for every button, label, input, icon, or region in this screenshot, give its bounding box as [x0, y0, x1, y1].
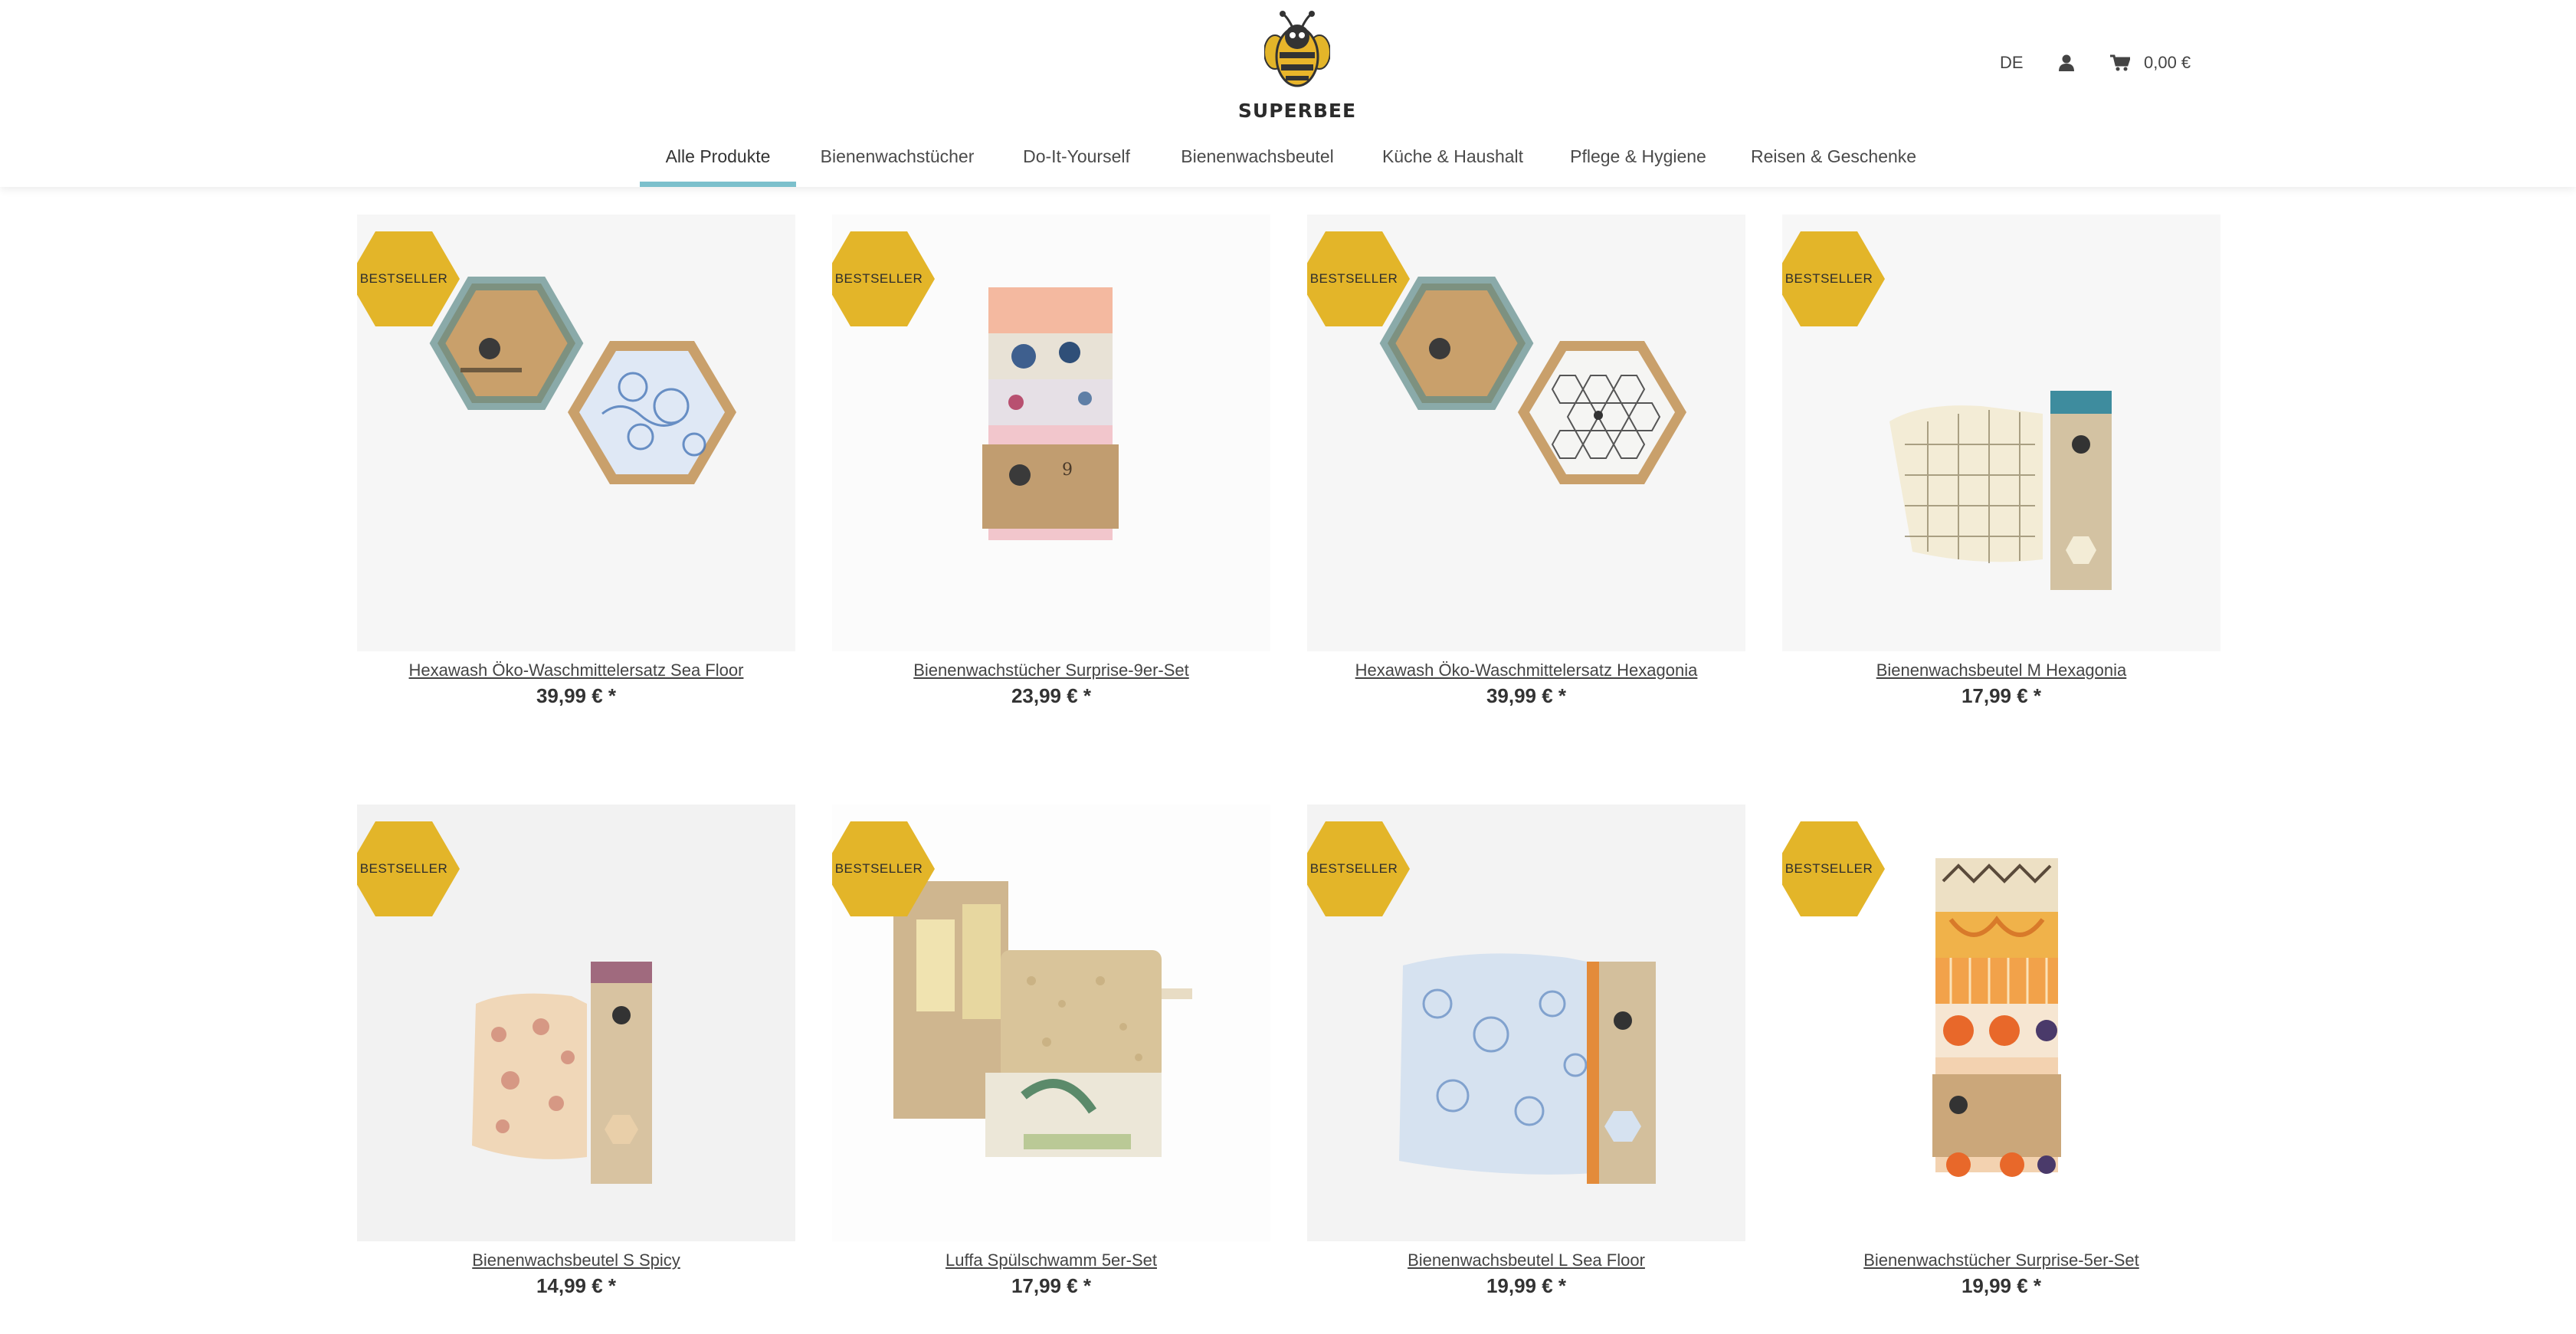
cart-button[interactable]: 0,00 € [2110, 48, 2191, 78]
nav-item-alle-produkte[interactable]: Alle Produkte [640, 143, 796, 187]
product-image[interactable]: BESTSELLER [357, 215, 795, 651]
product-card[interactable]: BESTSELLER Hexawash Öko-Waschmittelersat… [357, 215, 795, 766]
site-header: SUPERBEE DE 0,00 € Alle Produkte Bienenw… [0, 0, 2576, 187]
svg-text:9: 9 [1062, 461, 1073, 480]
product-card[interactable]: BESTSELLER Luffa Spülschwamm 5er-Set 17,… [832, 805, 1270, 1334]
language-switcher[interactable]: DE [2000, 48, 2024, 78]
product-price: 17,99 € * [1961, 684, 2042, 707]
bestseller-badge: BESTSELLER [357, 231, 460, 326]
product-image[interactable]: BESTSELLER [1307, 805, 1745, 1241]
product-card[interactable]: 9 BESTSELLER Bienenwachstücher Surprise-… [832, 215, 1270, 766]
shopping-cart-icon [2110, 54, 2130, 71]
product-name[interactable]: Bienenwachsbeutel M Hexagonia [1706, 660, 2297, 680]
product-card[interactable]: BESTSELLER Bienenwachsbeutel L Sea Floor… [1307, 805, 1745, 1334]
bestseller-badge: BESTSELLER [357, 821, 460, 916]
nav-item-pflege-hygiene[interactable]: Pflege & Hygiene [1566, 143, 1710, 187]
brand-logo[interactable]: SUPERBEE [1237, 6, 1357, 122]
bestseller-badge: BESTSELLER [832, 821, 935, 916]
product-image[interactable]: BESTSELLER [1782, 805, 2220, 1241]
nav-item-reisen-geschenke[interactable]: Reisen & Geschenke [1751, 143, 1916, 187]
cart-total: 0,00 € [2144, 53, 2191, 72]
product-image[interactable]: BESTSELLER [1307, 215, 1745, 651]
bee-logo-icon [1264, 11, 1330, 87]
product-image[interactable]: BESTSELLER [832, 805, 1270, 1241]
product-image[interactable]: BESTSELLER [357, 805, 795, 1241]
product-card[interactable]: BESTSELLER Bienenwachsbeutel M Hexagonia… [1782, 215, 2220, 766]
bestseller-badge: BESTSELLER [1307, 821, 1410, 916]
nav-item-bienenwachsbeutel[interactable]: Bienenwachsbeutel [1175, 143, 1339, 187]
bestseller-badge: BESTSELLER [832, 231, 935, 326]
nav-item-kueche-haushalt[interactable]: Küche & Haushalt [1379, 143, 1526, 187]
product-image[interactable]: BESTSELLER [1782, 215, 2220, 651]
product-image[interactable]: 9 BESTSELLER [832, 215, 1270, 651]
product-name[interactable]: Bienenwachstücher Surprise-5er-Set [1706, 1250, 2297, 1270]
nav-item-do-it-yourself[interactable]: Do-It-Yourself [1016, 143, 1137, 187]
account-button[interactable] [2059, 48, 2074, 78]
product-card[interactable]: BESTSELLER Bienenwachstücher Surprise-5e… [1782, 805, 2220, 1334]
product-price: 19,99 € * [1961, 1274, 2042, 1297]
bestseller-badge: BESTSELLER [1307, 231, 1410, 326]
bestseller-badge: BESTSELLER [1782, 821, 1885, 916]
brand-name: SUPERBEE [1237, 100, 1357, 122]
main-navigation: Alle Produkte Bienenwachstücher Do-It-Yo… [0, 143, 2576, 187]
bestseller-badge: BESTSELLER [1782, 231, 1885, 326]
product-card[interactable]: BESTSELLER Hexawash Öko-Waschmittelersat… [1307, 215, 1745, 766]
product-card[interactable]: BESTSELLER Bienenwachsbeutel S Spicy 14,… [357, 805, 795, 1334]
user-icon [2059, 54, 2074, 71]
nav-item-bienenwachstuecher[interactable]: Bienenwachstücher [814, 143, 981, 187]
